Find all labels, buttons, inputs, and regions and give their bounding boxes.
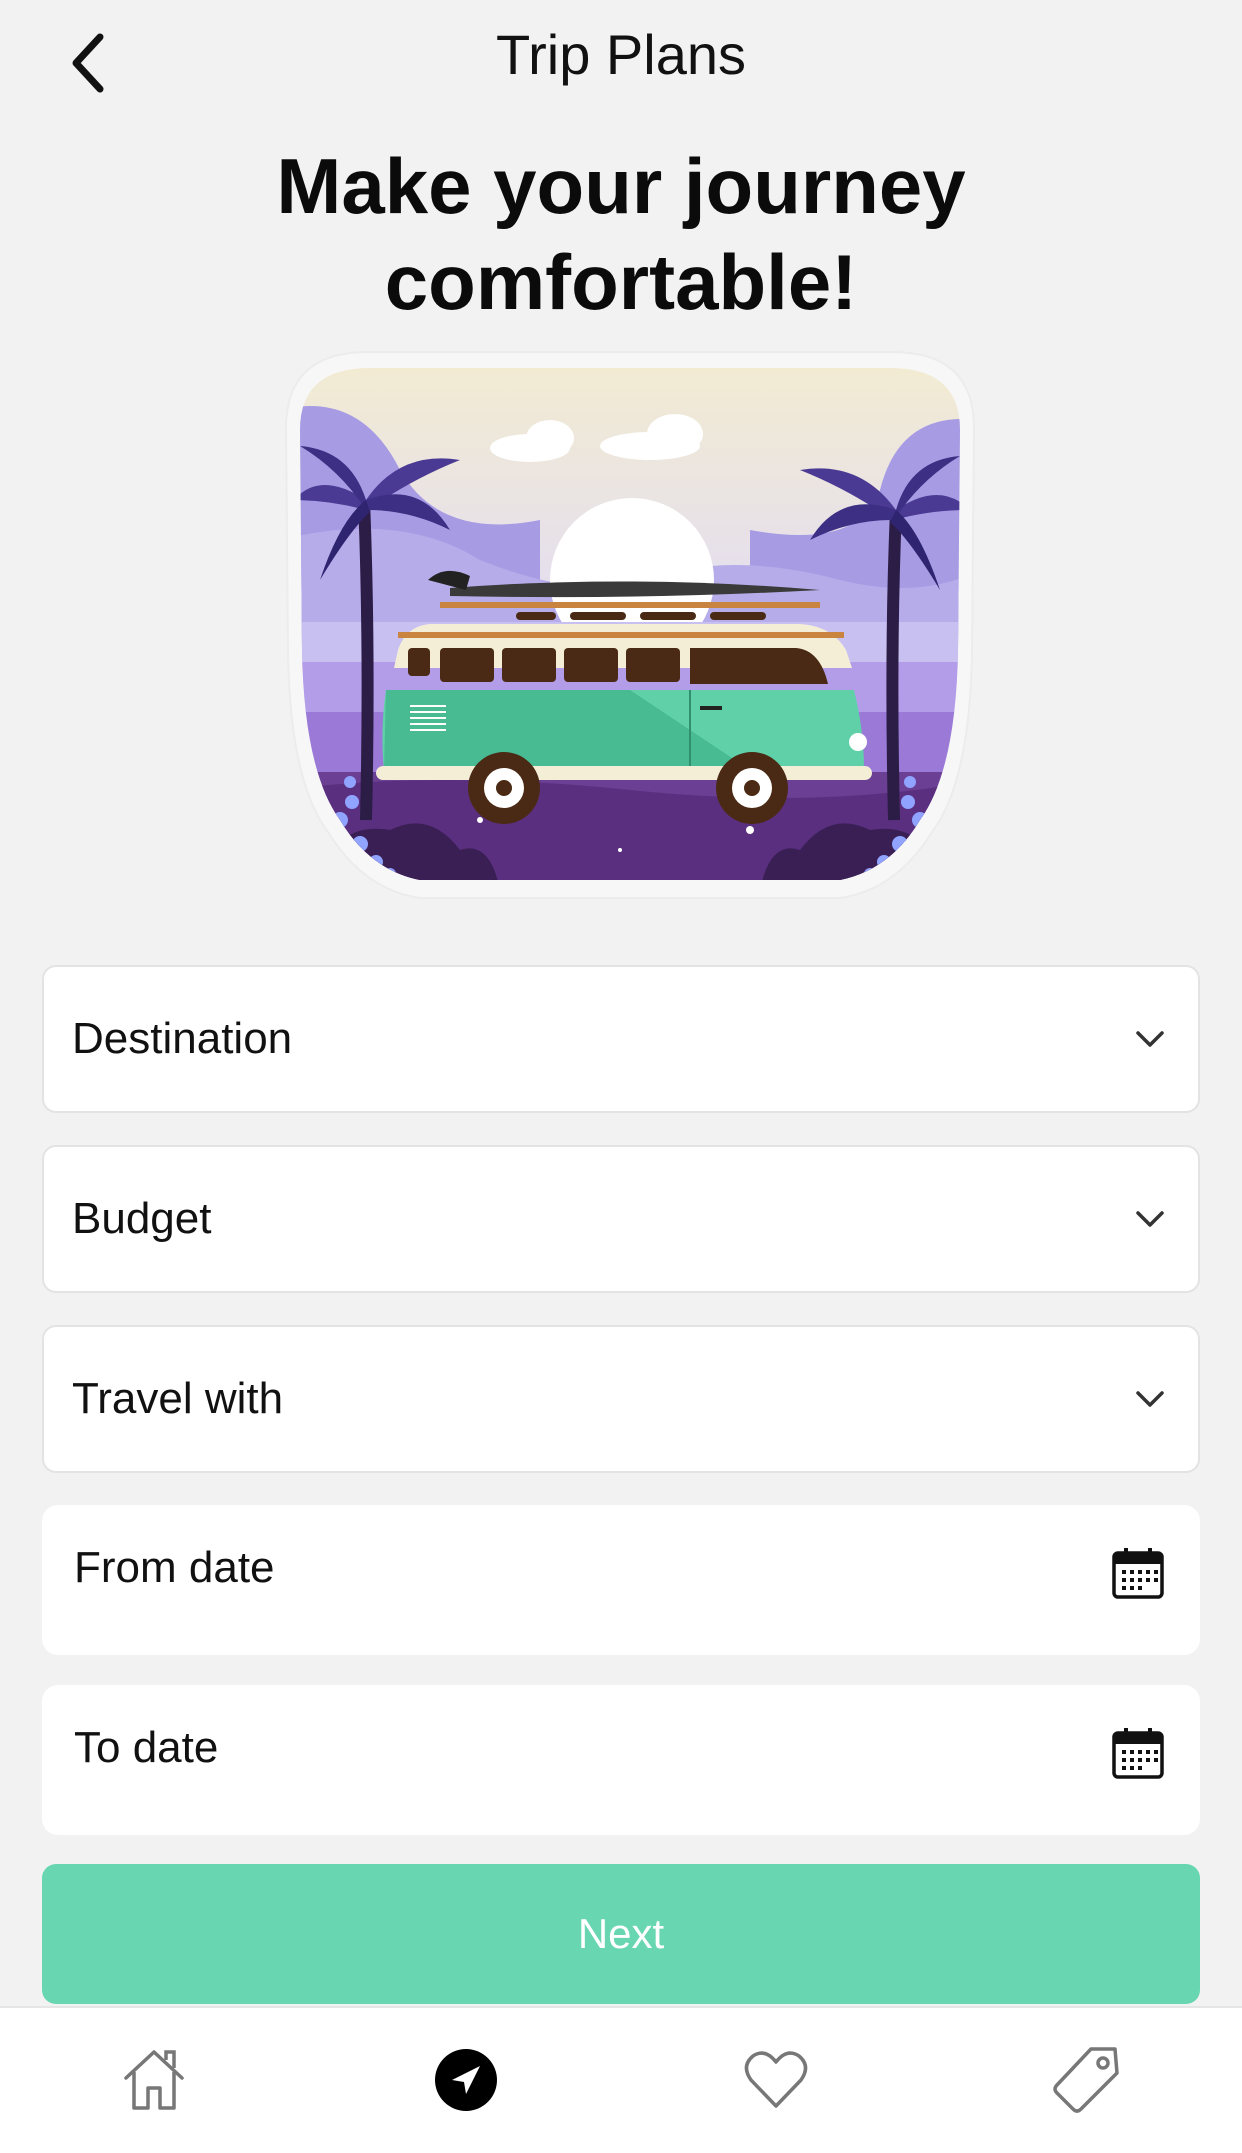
top-bar: Trip Plans: [0, 0, 1242, 120]
to-date-label: To date: [74, 1723, 219, 1772]
chevron-down-icon: [1130, 1019, 1170, 1059]
tab-trip-plans[interactable]: [426, 2040, 506, 2120]
tab-deals[interactable]: [1046, 2040, 1126, 2120]
navigation-arrow-icon: [435, 2049, 497, 2111]
budget-label: Budget: [72, 1194, 212, 1243]
travel-with-dropdown[interactable]: Travel with: [42, 1325, 1200, 1473]
tag-icon: [1053, 2047, 1119, 2113]
destination-label: Destination: [72, 1014, 293, 1063]
headline-line-2: comfortable!: [384, 238, 858, 326]
tab-favorites[interactable]: [736, 2040, 816, 2120]
headline: Make your journey comfortable!: [0, 138, 1242, 330]
bottom-tab-bar: [0, 2006, 1242, 2153]
destination-dropdown[interactable]: Destination: [42, 965, 1200, 1113]
budget-dropdown[interactable]: Budget: [42, 1145, 1200, 1293]
calendar-icon[interactable]: [1110, 1545, 1166, 1601]
chevron-down-icon: [1130, 1379, 1170, 1419]
travel-with-label: Travel with: [72, 1374, 284, 1423]
tab-home[interactable]: [114, 2040, 194, 2120]
heart-icon: [744, 2051, 808, 2108]
from-date-field[interactable]: From date: [42, 1505, 1200, 1655]
headline-line-1: Make your journey: [276, 142, 966, 230]
page-title: Trip Plans: [495, 23, 746, 86]
chevron-down-icon: [1130, 1199, 1170, 1239]
camper-van-illustration: [284, 351, 976, 899]
from-date-label: From date: [74, 1543, 275, 1592]
next-button[interactable]: Next: [42, 1864, 1200, 2004]
calendar-icon[interactable]: [1110, 1725, 1166, 1781]
home-icon: [124, 2050, 184, 2110]
to-date-field[interactable]: To date: [42, 1685, 1200, 1835]
